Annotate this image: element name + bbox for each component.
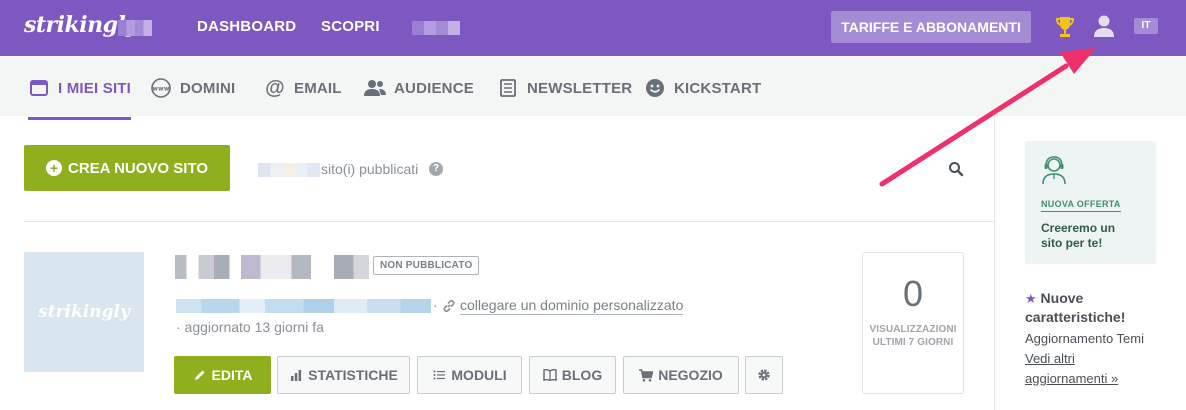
statistics-label: STATISTICHE: [308, 367, 398, 383]
tab-label: I MIEI SITI: [58, 79, 132, 97]
sub-navigation: I MIEI SITI www DOMINI @ EMAIL AUDIENCE …: [0, 56, 1186, 120]
newspaper-icon: [497, 78, 519, 98]
nav-scopri[interactable]: SCOPRI: [321, 18, 380, 35]
more-updates-link[interactable]: Vedi altri aggiornamenti »: [1025, 349, 1175, 389]
connect-custom-domain-link[interactable]: collegare un dominio personalizzato: [460, 297, 684, 315]
blog-label: BLOG: [561, 367, 603, 383]
views-counter-card: 0 VISUALIZZAZIONI ULTIMI 7 GIORNI: [862, 252, 964, 394]
modules-button[interactable]: MODULI: [417, 356, 522, 394]
book-icon: [543, 368, 557, 382]
nav-dashboard[interactable]: DASHBOARD: [197, 18, 296, 35]
views-label-line1: VISUALIZZAZIONI: [869, 324, 957, 335]
redacted-nav-item[interactable]: [412, 21, 460, 35]
blog-button[interactable]: BLOG: [529, 356, 616, 394]
calendar-window-icon: [28, 78, 50, 98]
shop-label: NEGOZIO: [658, 367, 723, 383]
status-badge: NON PUBBLICATO: [373, 256, 480, 275]
offer-tag: NUOVA OFFERTA: [1041, 199, 1121, 212]
views-label-line2: ULTIMI 7 GIORNI: [872, 337, 954, 348]
svg-text:www: www: [152, 86, 169, 93]
shop-button[interactable]: NEGOZIO: [623, 356, 739, 394]
redacted-site-name[interactable]: [175, 255, 369, 279]
help-icon[interactable]: ?: [429, 162, 443, 176]
tab-email[interactable]: @ EMAIL: [264, 76, 342, 99]
separator-dot: ·: [433, 297, 438, 313]
list-icon: [432, 368, 446, 382]
gear-icon: [758, 369, 770, 381]
link-icon: [443, 299, 455, 313]
redacted-site-url[interactable]: [176, 299, 431, 313]
tab-label: EMAIL: [294, 79, 342, 97]
cart-icon: [639, 368, 654, 382]
settings-button[interactable]: [745, 356, 783, 394]
support-agent-icon: [1042, 156, 1066, 185]
star-icon: ★: [1025, 291, 1037, 306]
plus-icon: +: [45, 160, 62, 176]
create-site-button[interactable]: + CREA NUOVO SITO: [24, 145, 230, 191]
news-title-line2: caratteristiche!: [1025, 309, 1126, 325]
offer-text-line1: Creeremo un: [1041, 221, 1116, 235]
offer-text-line2: sito per te!: [1041, 236, 1103, 250]
new-offer-card[interactable]: NUOVA OFFERTA Creeremo un sito per te!: [1025, 141, 1156, 264]
tab-label: KICKSTART: [674, 79, 762, 97]
sidebar-divider: [994, 116, 995, 410]
language-selector[interactable]: IT: [1134, 18, 1158, 34]
tab-domini[interactable]: www DOMINI: [150, 78, 235, 98]
pricing-button[interactable]: TARIFFE E ABBONAMENTI: [831, 11, 1031, 43]
site-thumbnail[interactable]: strikingly: [24, 252, 144, 372]
www-icon: www: [150, 78, 172, 98]
published-sites-text: sito(i) pubblicati: [321, 161, 419, 177]
news-title-line1: Nuove: [1040, 290, 1084, 306]
redacted-published-count: [258, 163, 320, 177]
tab-label: AUDIENCE: [394, 79, 474, 97]
people-icon: [364, 78, 386, 98]
more-updates-line1[interactable]: Vedi altri: [1025, 349, 1175, 369]
tab-label: NEWSLETTER: [527, 79, 633, 97]
tab-kickstart[interactable]: KICKSTART: [644, 78, 761, 98]
divider: [24, 221, 994, 222]
news-subtitle: Aggiornamento Temi: [1025, 331, 1144, 346]
create-site-label: CREA NUOVO SITO: [67, 159, 209, 177]
at-icon: @: [265, 76, 285, 99]
tab-label: DOMINI: [180, 79, 236, 97]
edit-label: EDITA: [211, 367, 253, 383]
tab-audience[interactable]: AUDIENCE: [364, 78, 474, 98]
top-bar: strikingly DASHBOARD SCOPRI TARIFFE E AB…: [0, 0, 1186, 56]
smiley-icon: [644, 78, 666, 98]
modules-label: MODULI: [451, 367, 507, 383]
tab-newsletter[interactable]: NEWSLETTER: [497, 78, 632, 98]
user-account-icon[interactable]: [1093, 14, 1115, 38]
tab-i-miei-siti[interactable]: I MIEI SITI: [28, 78, 132, 120]
pencil-icon: [193, 368, 207, 382]
trophy-icon[interactable]: [1055, 15, 1075, 39]
statistics-button[interactable]: STATISTICHE: [277, 356, 410, 394]
search-icon[interactable]: [948, 161, 964, 177]
news-panel: ★ Nuove caratteristiche! Aggiornamento T…: [1025, 289, 1175, 389]
more-updates-line2[interactable]: aggiornamenti »: [1025, 369, 1175, 389]
last-updated-text: · aggiornato 13 giorni fa: [176, 319, 324, 335]
bar-chart-icon: [289, 368, 303, 382]
views-count: 0: [902, 273, 924, 314]
redacted-account-name: [118, 20, 152, 36]
edit-button[interactable]: EDITA: [174, 356, 271, 394]
